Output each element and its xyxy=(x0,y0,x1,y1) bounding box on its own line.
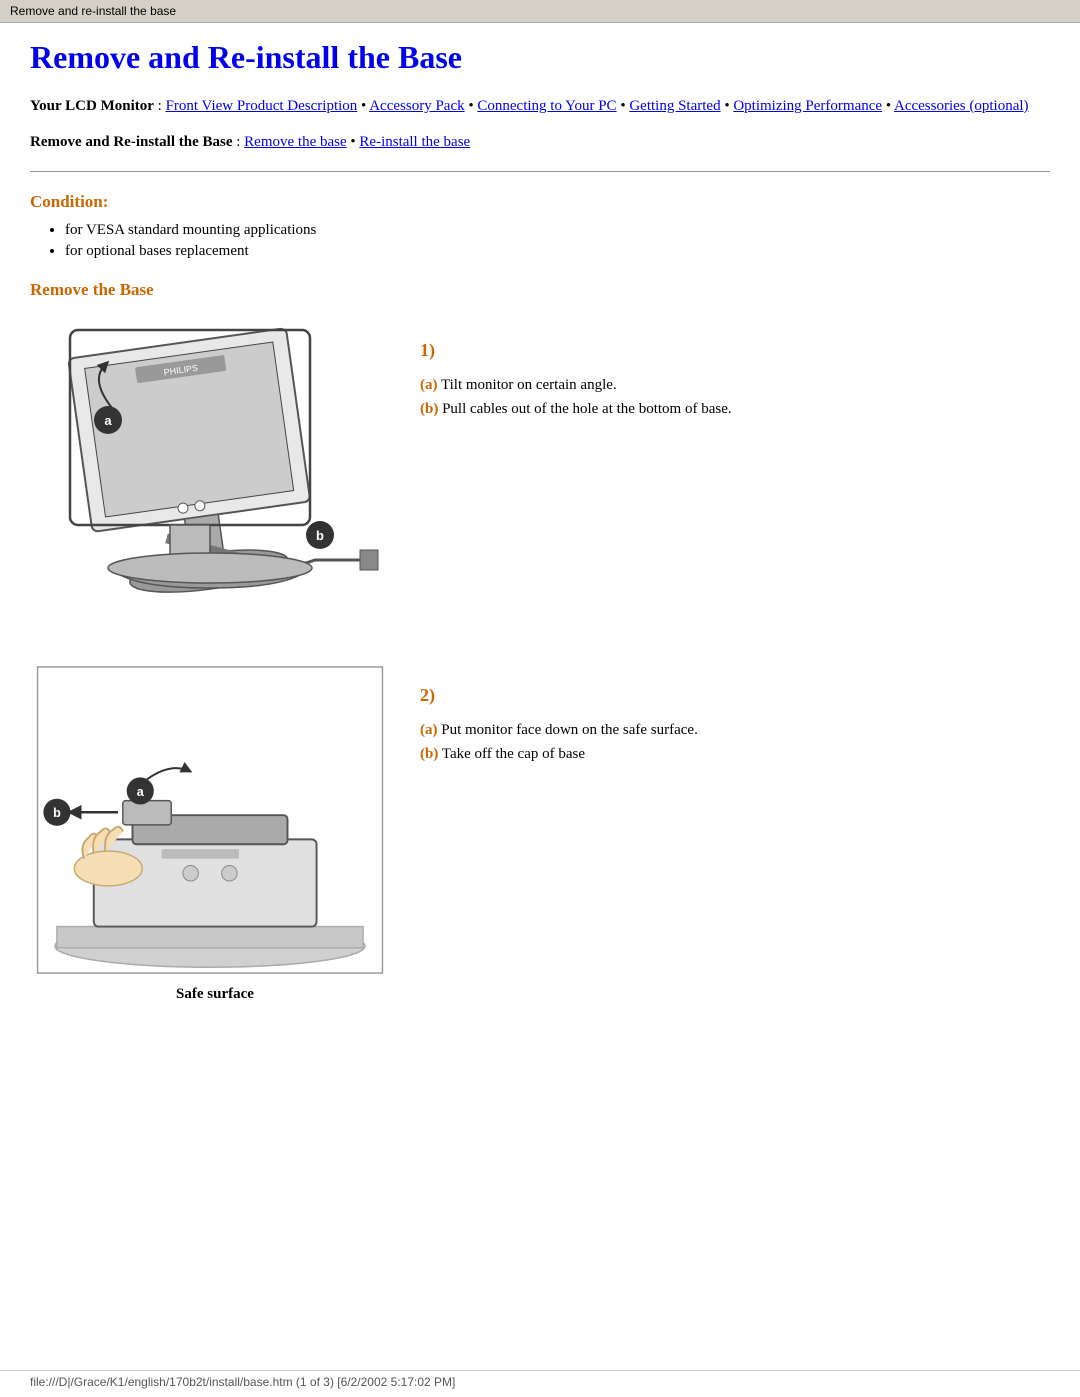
svg-text:a: a xyxy=(137,784,145,798)
remove-base-title: Remove the Base xyxy=(30,280,1050,300)
sub-link-remove[interactable]: Remove the base xyxy=(244,134,346,150)
step-2-detail: (a) Put monitor face down on the safe su… xyxy=(420,718,1050,766)
svg-text:b: b xyxy=(316,528,324,543)
condition-title: Condition: xyxy=(30,192,1050,212)
page-title: Remove and Re-install the Base xyxy=(30,39,1050,76)
sub-nav-label: Remove and Re-install the Base xyxy=(30,134,233,150)
step-1-illustration: PHILIPS a xyxy=(30,320,400,635)
nav-link-accessories[interactable]: Accessories (optional) xyxy=(894,98,1029,114)
footer-text: file:///D|/Grace/K1/english/170b2t/insta… xyxy=(30,1375,455,1389)
condition-item-2: for optional bases replacement xyxy=(65,243,1050,260)
your-lcd-label: Your LCD Monitor xyxy=(30,98,154,114)
svg-text:b: b xyxy=(53,806,61,820)
browser-tab: Remove and re-install the base xyxy=(0,0,1080,23)
nav-link-front-view[interactable]: Front View Product Description xyxy=(166,98,358,114)
sub-link-reinstall[interactable]: Re-install the base xyxy=(359,134,470,150)
nav-link-connecting[interactable]: Connecting to Your PC xyxy=(477,98,616,114)
nav-link-getting-started[interactable]: Getting Started xyxy=(629,98,720,114)
nav-links: Your LCD Monitor : Front View Product De… xyxy=(30,94,1050,120)
safe-surface-label: Safe surface xyxy=(30,986,400,1003)
condition-item-1: for VESA standard mounting applications xyxy=(65,222,1050,239)
divider xyxy=(30,171,1050,172)
step-2-num: 2) xyxy=(420,685,1050,706)
svg-text:a: a xyxy=(104,413,112,428)
sub-nav: Remove and Re-install the Base : Remove … xyxy=(30,134,1050,151)
step-2-row: a b Safe surface 2) (a) xyxy=(30,665,1050,1003)
footer-bar: file:///D|/Grace/K1/english/170b2t/insta… xyxy=(0,1370,1080,1389)
step-1-num: 1) xyxy=(420,340,1050,361)
nav-link-accessory[interactable]: Accessory Pack xyxy=(369,98,464,114)
condition-list: for VESA standard mounting applications … xyxy=(30,222,1050,260)
nav-link-optimizing[interactable]: Optimizing Performance xyxy=(733,98,882,114)
step-1-row: PHILIPS a xyxy=(30,320,1050,635)
step-2-text: 2) (a) Put monitor face down on the safe… xyxy=(420,665,1050,766)
step-1-text: 1) (a) Tilt monitor on certain angle. (b… xyxy=(420,320,1050,421)
step-1-detail-a: (a) Tilt monitor on certain angle. (b) P… xyxy=(420,373,1050,421)
step-2-illustration: a b Safe surface xyxy=(30,665,400,1003)
